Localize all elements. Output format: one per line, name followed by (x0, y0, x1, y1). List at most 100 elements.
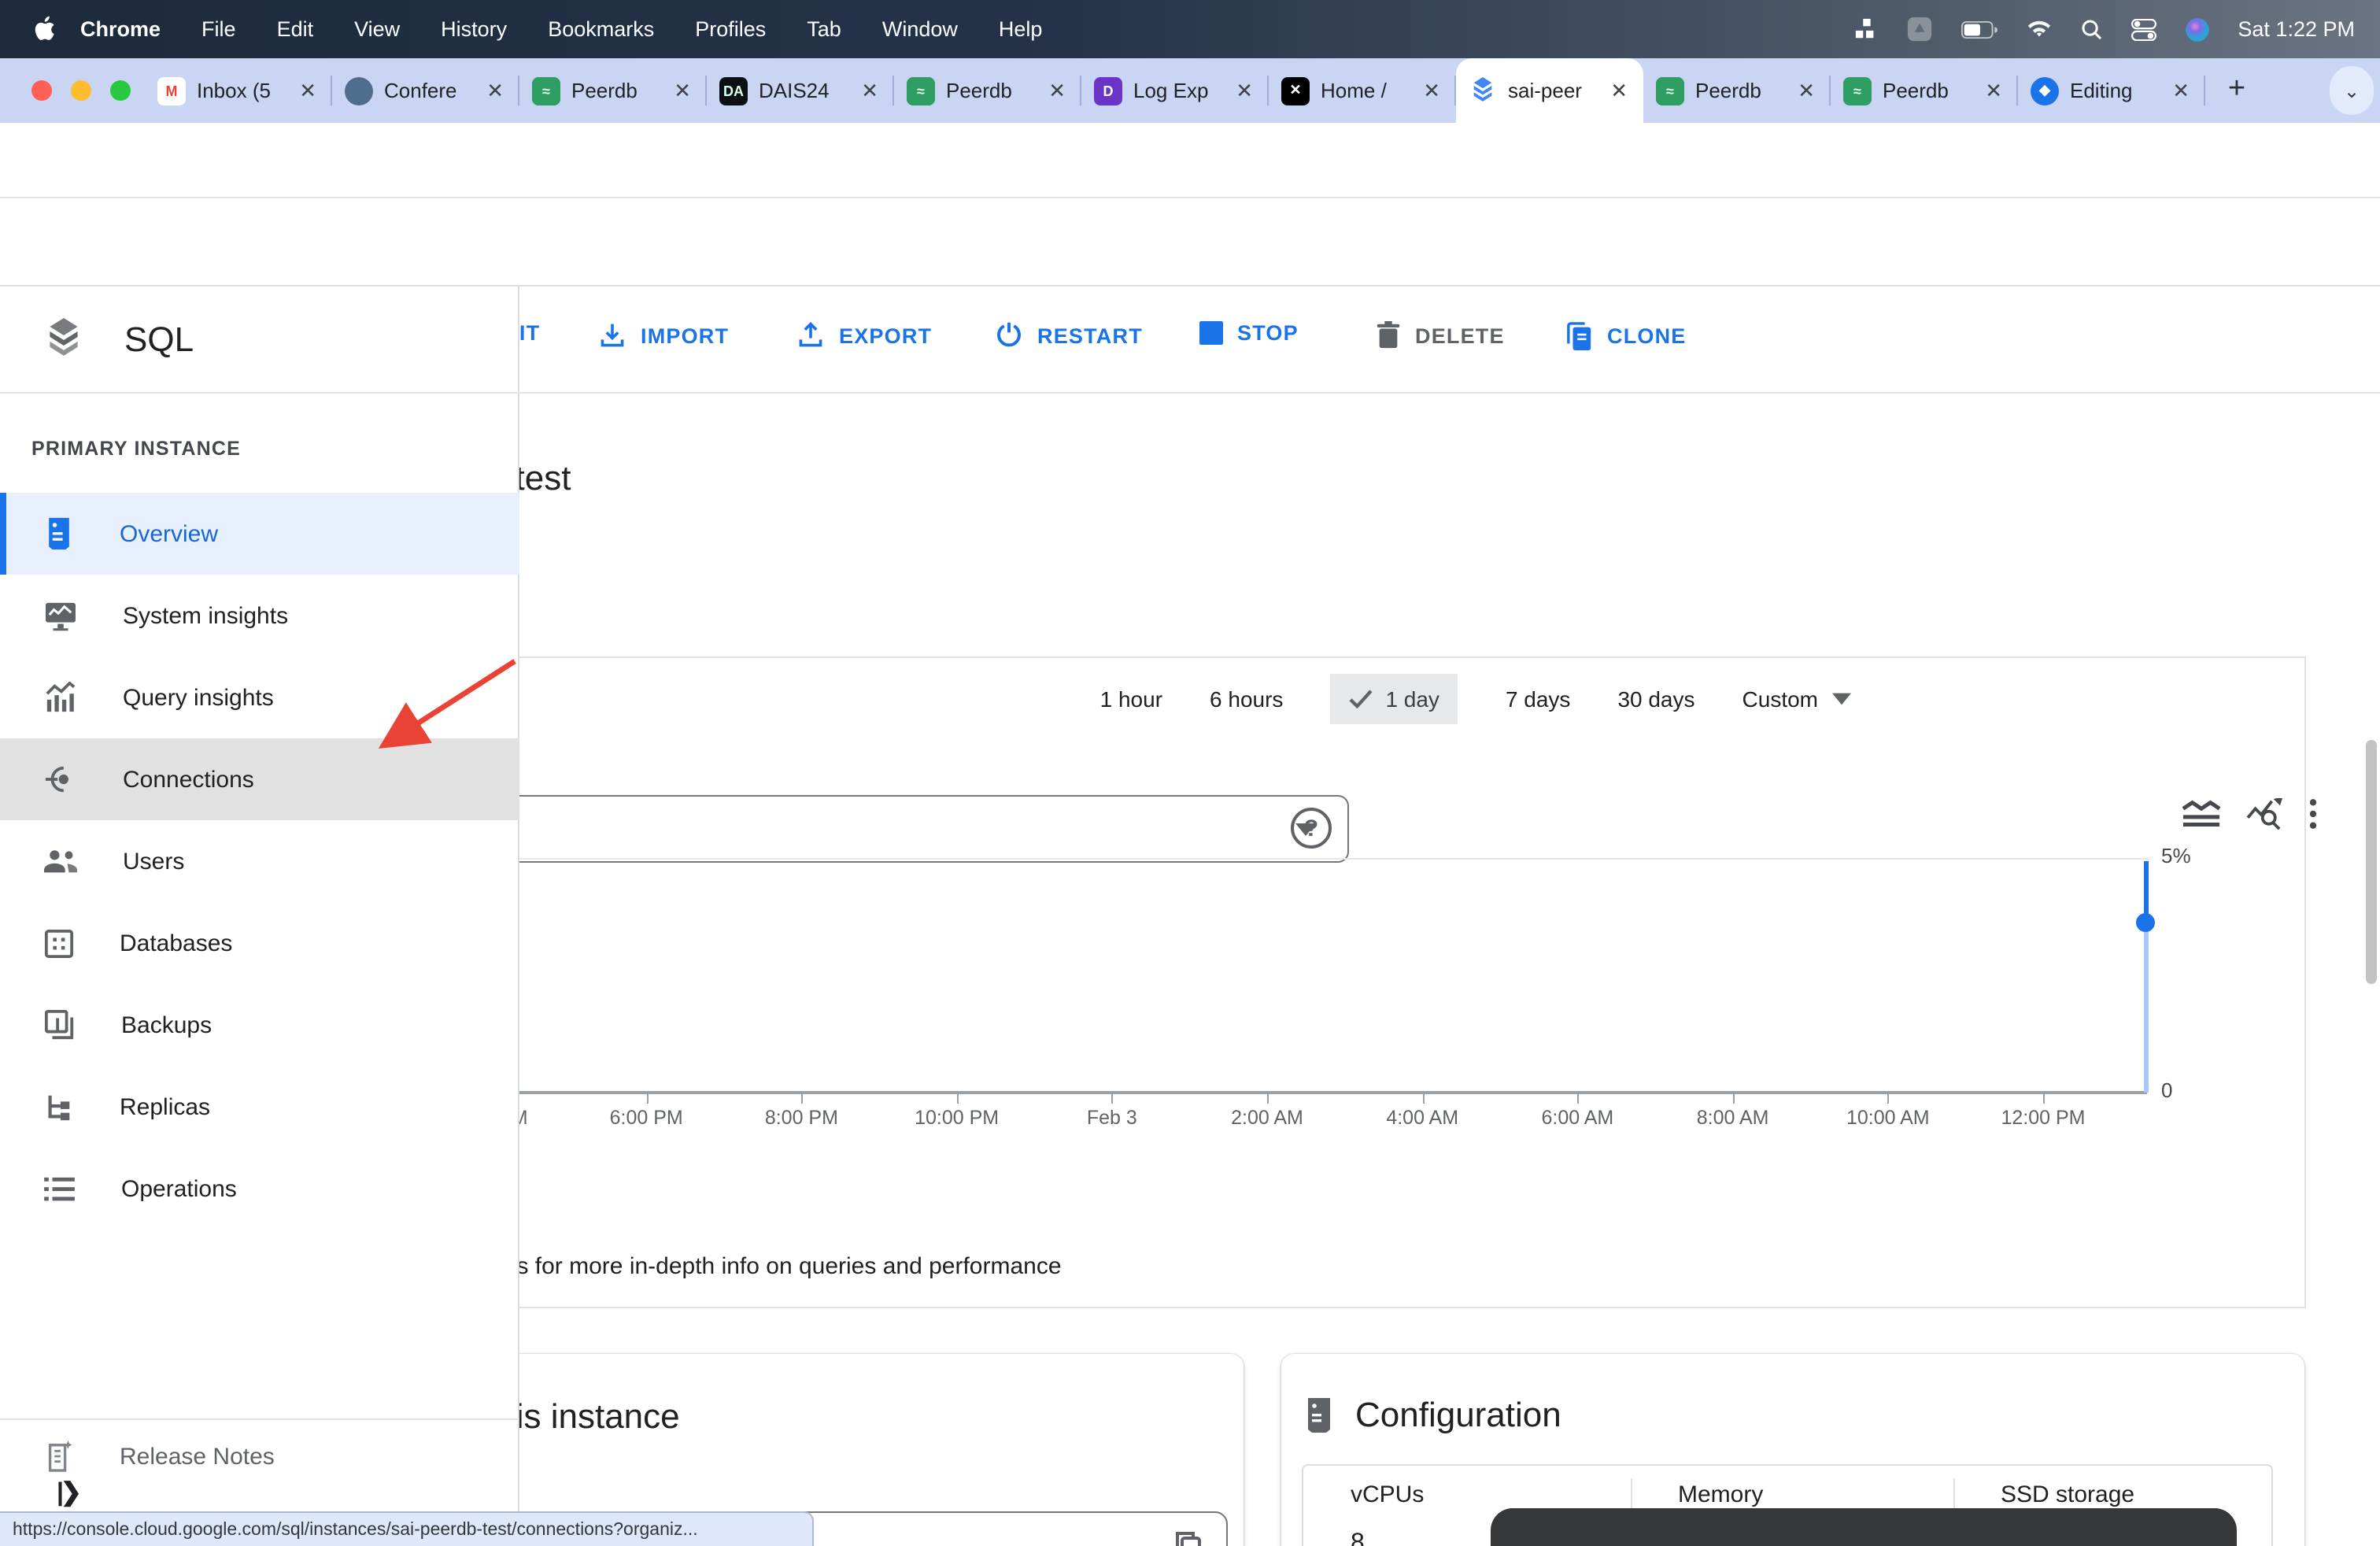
clone-button[interactable]: CLONE (1566, 321, 1687, 351)
sidebar-item-label: System insights (123, 602, 288, 629)
menubar-clock: Sat 1:22 PM (2238, 17, 2355, 41)
macos-status-area: Sat 1:22 PM (1853, 16, 2380, 43)
spotlight-icon[interactable] (2080, 18, 2102, 40)
cloudsql-favicon-icon (1469, 76, 1497, 105)
metric-select[interactable] (466, 795, 1349, 863)
menubar-item-profiles[interactable]: Profiles (695, 17, 766, 41)
sidebar-item-users[interactable]: Users (0, 820, 519, 902)
browser-tab[interactable]: ≈Peerdb✕ (1643, 58, 1831, 123)
sidebar-item-overview[interactable]: Overview (0, 493, 519, 575)
copy-icon[interactable] (1173, 1530, 1204, 1546)
tab-search-chevron[interactable]: ⌄ (2330, 66, 2374, 115)
browser-tab[interactable]: DADAIS24✕ (707, 58, 894, 123)
x-tick-mark (2043, 1094, 2045, 1104)
tab-close-icon[interactable]: ✕ (483, 78, 507, 103)
restart-button[interactable]: RESTART (995, 321, 1143, 350)
sql-sidebar: SQL PRIMARY INSTANCE OverviewSystem insi… (0, 287, 519, 1546)
minimize-window-button[interactable] (71, 80, 91, 101)
wifi-icon[interactable] (2025, 19, 2052, 39)
check-icon (1349, 690, 1373, 708)
tab-label: DAIS24 (759, 79, 852, 102)
tab-close-icon[interactable]: ✕ (858, 78, 881, 103)
browser-tab[interactable]: sai-peer✕ (1456, 58, 1643, 123)
tab-close-icon[interactable]: ✕ (671, 78, 694, 103)
siri-icon[interactable] (2184, 17, 2209, 42)
range-option[interactable]: 30 days (1617, 686, 1694, 712)
close-window-button[interactable] (31, 80, 52, 101)
sidebar-item-label: Users (123, 848, 184, 875)
release-notes-icon (44, 1439, 74, 1474)
range-option[interactable]: 6 hours (1210, 686, 1283, 712)
chart-kebab-icon[interactable] (2309, 798, 2317, 830)
menubar-item-file[interactable]: File (201, 17, 236, 41)
time-range-selector: 1 hour 6 hours 1 day 7 days 30 days Custom (1100, 674, 1851, 724)
browser-tab[interactable]: ◆Editing✕ (2018, 58, 2205, 123)
sidebar-item-backups[interactable]: Backups (0, 984, 519, 1066)
zoom-window-button[interactable] (110, 80, 131, 101)
range-custom-button[interactable]: Custom (1743, 686, 1851, 712)
sidebar-item-label: Overview (120, 520, 218, 547)
sidebar-item-system-insights[interactable]: System insights (0, 575, 519, 656)
tab-close-icon[interactable]: ✕ (1232, 78, 1256, 103)
browser-tab[interactable]: ≈Peerdb✕ (519, 58, 707, 123)
sidebar-item-databases[interactable]: Databases (0, 902, 519, 984)
sidebar-item-label: Replicas (120, 1093, 210, 1120)
chevron-down-icon (1832, 693, 1851, 705)
range-option[interactable]: 1 hour (1100, 686, 1162, 712)
browser-tab[interactable]: ✕Home /✕ (1269, 58, 1456, 123)
chart-top-gridline (519, 858, 2149, 860)
chart-data-point[interactable] (2136, 913, 2155, 932)
x-tick-mark (801, 1094, 803, 1104)
browser-tab[interactable]: ≈Peerdb✕ (894, 58, 1081, 123)
app-icon[interactable] (1905, 16, 1932, 43)
tab-close-icon[interactable]: ✕ (1045, 78, 1069, 103)
menubar-item-history[interactable]: History (441, 17, 507, 41)
browser-tab[interactable]: MInbox (5✕ (145, 58, 332, 123)
page-scrollbar[interactable] (2366, 740, 2377, 984)
chart-card-right-border (2304, 656, 2306, 1307)
export-button[interactable]: EXPORT (796, 321, 932, 350)
x-tick-mark (1422, 1094, 1424, 1104)
collapse-sidebar-icon[interactable]: |❯ (57, 1477, 79, 1508)
menubar-item-chrome[interactable]: Chrome (80, 17, 161, 41)
range-option[interactable]: 7 days (1506, 686, 1571, 712)
sidebar-item-query-insights[interactable]: Query insights (0, 656, 519, 738)
delete-button[interactable]: DELETE (1376, 321, 1505, 350)
x-favicon-icon: ✕ (1281, 76, 1310, 105)
tab-close-icon[interactable]: ✕ (1607, 78, 1631, 103)
sidebar-item-operations[interactable]: Operations (0, 1148, 519, 1230)
sidebar-item-replicas[interactable]: Replicas (0, 1066, 519, 1148)
sidebar-item-label: Operations (121, 1175, 237, 1202)
menubar-item-edit[interactable]: Edit (277, 17, 314, 41)
menubar-item-help[interactable]: Help (999, 17, 1043, 41)
bottom-toast (1491, 1508, 2237, 1546)
menubar-item-view[interactable]: View (354, 17, 400, 41)
battery-icon[interactable] (1961, 20, 1997, 39)
tab-close-icon[interactable]: ✕ (1794, 78, 1818, 103)
range-selected-chip[interactable]: 1 day (1330, 674, 1458, 724)
menubar-item-window[interactable]: Window (882, 17, 958, 41)
menubar-item-tab[interactable]: Tab (807, 17, 841, 41)
apple-icon[interactable] (31, 16, 55, 43)
metric-help-icon[interactable]: ? (1291, 808, 1332, 849)
browser-tab[interactable]: Confere✕ (332, 58, 519, 123)
status-url: https://console.cloud.google.com/sql/ins… (13, 1520, 698, 1539)
sidebar-item-connections[interactable]: Connections (0, 738, 519, 820)
browser-tab[interactable]: DLog Exp✕ (1081, 58, 1269, 123)
tiles-icon[interactable] (1853, 17, 1877, 41)
control-center-icon[interactable] (2131, 18, 2156, 40)
x-tick-label: 10:00 PM (915, 1107, 999, 1129)
sidebar-item-label: Databases (120, 930, 232, 956)
new-tab-button[interactable]: + (2216, 69, 2257, 110)
metrics-explorer-icon[interactable] (2246, 798, 2284, 830)
stat-label: vCPUs (1351, 1481, 1424, 1508)
import-button[interactable]: IMPORT (598, 321, 729, 350)
menubar-item-bookmarks[interactable]: Bookmarks (548, 17, 654, 41)
stop-button[interactable]: STOP (1199, 321, 1299, 345)
tab-close-icon[interactable]: ✕ (2169, 78, 2193, 103)
area-chart-toggle-icon[interactable] (2182, 800, 2221, 828)
tab-close-icon[interactable]: ✕ (296, 78, 320, 103)
browser-tab[interactable]: ≈Peerdb✕ (1831, 58, 2018, 123)
tab-close-icon[interactable]: ✕ (1982, 78, 2005, 103)
tab-close-icon[interactable]: ✕ (1420, 78, 1443, 103)
